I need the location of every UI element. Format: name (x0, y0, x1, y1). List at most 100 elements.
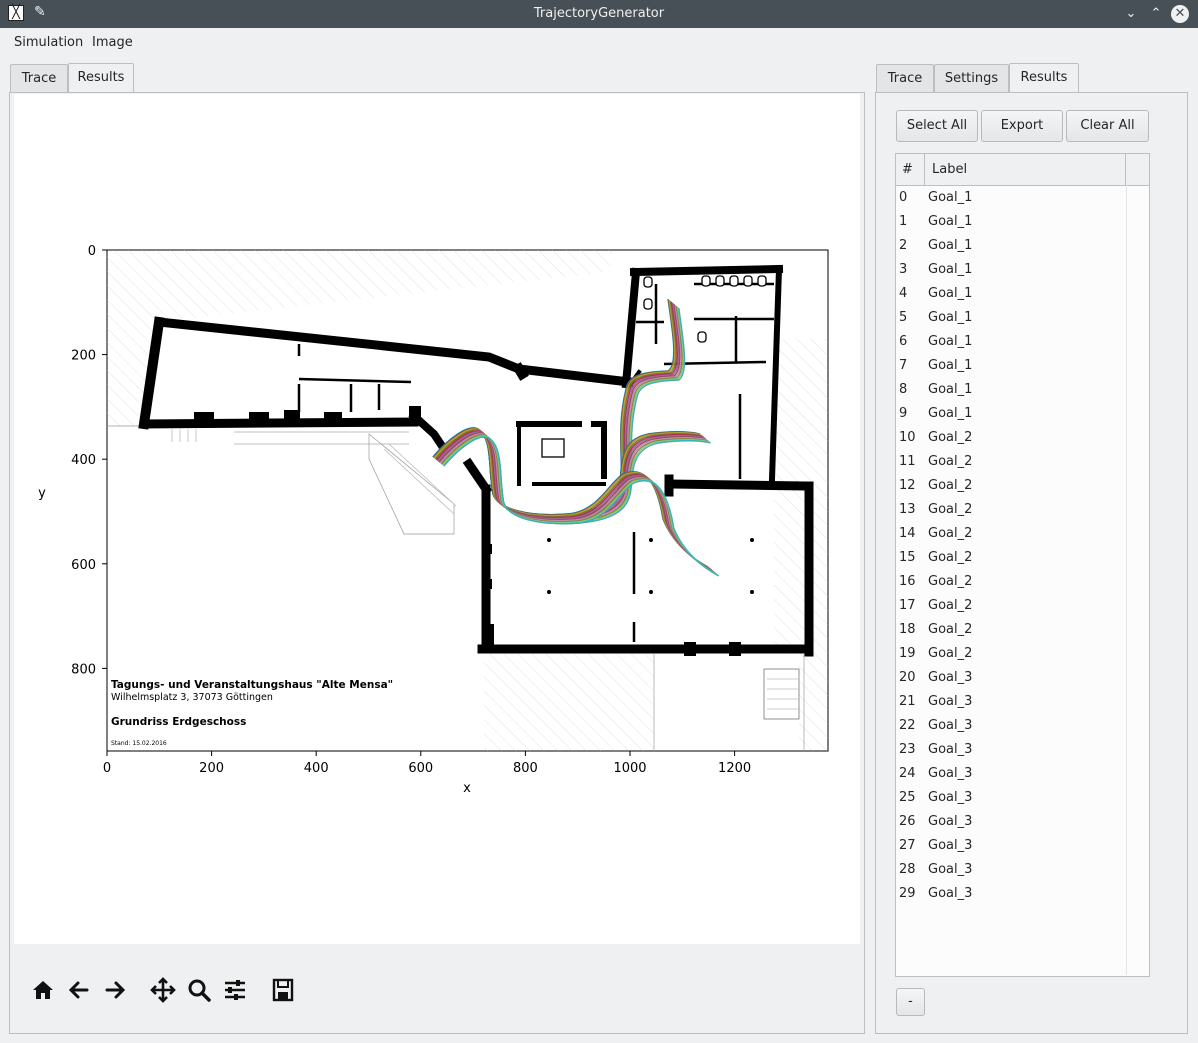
menu-bar: Simulation Image (0, 28, 1198, 58)
export-button[interactable]: Export (981, 110, 1063, 142)
clear-all-button[interactable]: Clear All (1066, 110, 1149, 142)
close-icon[interactable]: ✕ (1171, 5, 1189, 23)
x-tick-label: 1200 (718, 761, 751, 776)
row-label: Goal_2 (928, 598, 973, 613)
table-row[interactable]: 1 Goal_1 (896, 210, 1126, 234)
table-row[interactable]: 27 Goal_3 (896, 834, 1126, 858)
zoom-icon[interactable] (186, 977, 212, 1003)
table-row[interactable]: 15 Goal_2 (896, 546, 1126, 570)
table-row[interactable]: 25 Goal_3 (896, 786, 1126, 810)
home-icon[interactable] (30, 977, 56, 1003)
row-index: 9 (899, 406, 908, 421)
menu-simulation[interactable]: Simulation (14, 35, 83, 50)
table-row[interactable]: 10 Goal_2 (896, 426, 1126, 450)
forward-icon[interactable] (102, 977, 128, 1003)
row-label: Goal_1 (928, 310, 973, 325)
row-index: 27 (899, 838, 916, 853)
menu-image[interactable]: Image (92, 35, 133, 50)
x-tick-label: 200 (199, 761, 224, 776)
row-label: Goal_1 (928, 262, 973, 277)
tab-settings-right[interactable]: Settings (934, 64, 1009, 92)
row-label: Goal_1 (928, 406, 973, 421)
row-index: 11 (899, 454, 916, 469)
tab-results-left[interactable]: Results (68, 63, 134, 93)
row-index: 0 (899, 190, 908, 205)
row-label: Goal_3 (928, 670, 973, 685)
table-row[interactable]: 11 Goal_2 (896, 450, 1126, 474)
table-row[interactable]: 20 Goal_3 (896, 666, 1126, 690)
table-row[interactable]: 0 Goal_1 (896, 186, 1126, 210)
table-row[interactable]: 8 Goal_1 (896, 378, 1126, 402)
table-row[interactable]: 13 Goal_2 (896, 498, 1126, 522)
column-label-header[interactable]: Label (926, 154, 1126, 185)
table-row[interactable]: 24 Goal_3 (896, 762, 1126, 786)
maximize-icon[interactable]: ⌃ (1147, 5, 1165, 23)
remove-button[interactable]: - (896, 988, 925, 1016)
configure-icon[interactable] (222, 977, 248, 1003)
back-icon[interactable] (66, 977, 92, 1003)
row-label: Goal_1 (928, 334, 973, 349)
tab-trace-left[interactable]: Trace (10, 64, 68, 92)
row-index: 23 (899, 742, 916, 757)
table-row[interactable]: 23 Goal_3 (896, 738, 1126, 762)
row-label: Goal_3 (928, 766, 973, 781)
table-row[interactable]: 6 Goal_1 (896, 330, 1126, 354)
select-all-button[interactable]: Select All (896, 110, 978, 142)
table-row[interactable]: 29 Goal_3 (896, 882, 1126, 906)
table-header: # Label (896, 154, 1149, 186)
row-index: 2 (899, 238, 908, 253)
y-axis: 0 200 400 600 800 (71, 244, 107, 677)
table-row[interactable]: 28 Goal_3 (896, 858, 1126, 882)
row-index: 1 (899, 214, 908, 229)
floorplan-date: Stand: 15.02.2016 (111, 740, 167, 747)
row-label: Goal_2 (928, 646, 973, 661)
plot-canvas[interactable]: Tagungs- und Veranstaltungshaus "Alte Me… (14, 94, 860, 944)
table-row[interactable]: 17 Goal_2 (896, 594, 1126, 618)
table-row[interactable]: 5 Goal_1 (896, 306, 1126, 330)
table-row[interactable]: 19 Goal_2 (896, 642, 1126, 666)
table-row[interactable]: 2 Goal_1 (896, 234, 1126, 258)
column-index-header[interactable]: # (896, 154, 925, 185)
row-label: Goal_2 (928, 430, 973, 445)
row-label: Goal_3 (928, 886, 973, 901)
table-row[interactable]: 22 Goal_3 (896, 714, 1126, 738)
row-label: Goal_3 (928, 862, 973, 877)
table-row[interactable]: 26 Goal_3 (896, 810, 1126, 834)
row-label: Goal_1 (928, 358, 973, 373)
row-label: Goal_1 (928, 286, 973, 301)
tab-results-right[interactable]: Results (1009, 63, 1079, 93)
row-index: 10 (899, 430, 916, 445)
row-index: 15 (899, 550, 916, 565)
row-index: 21 (899, 694, 916, 709)
table-row[interactable]: 7 Goal_1 (896, 354, 1126, 378)
y-tick-label: 0 (88, 244, 96, 259)
table-row[interactable]: 14 Goal_2 (896, 522, 1126, 546)
row-label: Goal_1 (928, 382, 973, 397)
row-index: 4 (899, 286, 908, 301)
table-row[interactable]: 3 Goal_1 (896, 258, 1126, 282)
table-row[interactable]: 16 Goal_2 (896, 570, 1126, 594)
table-row[interactable]: 12 Goal_2 (896, 474, 1126, 498)
row-label: Goal_1 (928, 238, 973, 253)
row-index: 18 (899, 622, 916, 637)
row-index: 13 (899, 502, 916, 517)
row-index: 26 (899, 814, 916, 829)
tab-trace-right[interactable]: Trace (876, 64, 934, 92)
row-label: Goal_3 (928, 718, 973, 733)
row-label: Goal_2 (928, 454, 973, 469)
pan-icon[interactable] (150, 977, 176, 1003)
table-row[interactable]: 4 Goal_1 (896, 282, 1126, 306)
floorplan-plot[interactable]: Tagungs- und Veranstaltungshaus "Alte Me… (14, 94, 860, 944)
row-index: 20 (899, 670, 916, 685)
minimize-icon[interactable]: ⌄ (1122, 5, 1140, 23)
table-row[interactable]: 18 Goal_2 (896, 618, 1126, 642)
table-row[interactable]: 21 Goal_3 (896, 690, 1126, 714)
table-row[interactable]: 9 Goal_1 (896, 402, 1126, 426)
results-table[interactable]: # Label 0 Goal_1 1 Goal_1 2 Goal_1 3 Goal_1 4 Goa… (895, 153, 1150, 977)
row-index: 16 (899, 574, 916, 589)
row-label: Goal_2 (928, 526, 973, 541)
save-icon[interactable] (270, 977, 296, 1003)
row-label: Goal_2 (928, 502, 973, 517)
row-label: Goal_3 (928, 838, 973, 853)
row-index: 7 (899, 358, 908, 373)
